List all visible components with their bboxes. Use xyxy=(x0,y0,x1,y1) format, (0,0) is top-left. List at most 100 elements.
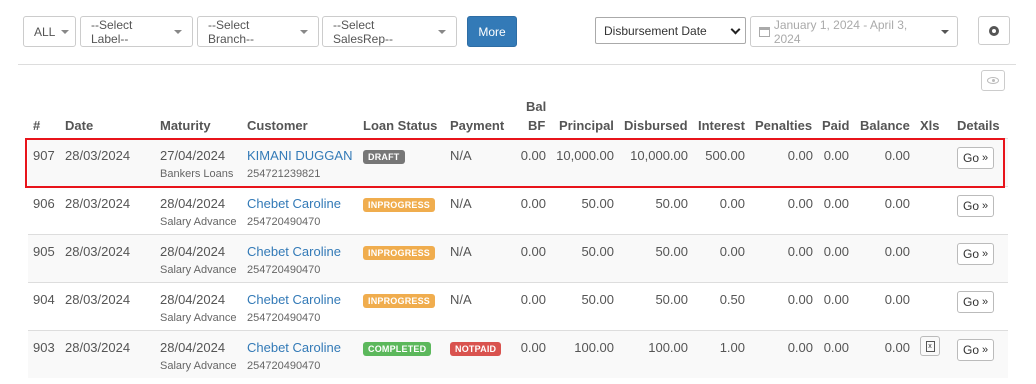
col-header-penalties[interactable]: Penalties xyxy=(755,118,812,133)
disbursed-amount: 10,000.00 xyxy=(630,148,688,163)
col-header-interest[interactable]: Interest xyxy=(698,118,745,133)
branch-filter-label: --Select Branch-- xyxy=(208,17,255,46)
principal-amount: 10,000.00 xyxy=(556,148,614,163)
loan-date: 28/03/2024 xyxy=(65,244,131,259)
loan-date: 28/03/2024 xyxy=(65,148,131,163)
customer-phone: 254720490470 xyxy=(247,360,321,372)
settings-button[interactable] xyxy=(978,16,1010,45)
col-header-balance[interactable]: Balance xyxy=(860,118,910,133)
col-header-date[interactable]: Date xyxy=(65,118,93,133)
all-filter-dropdown[interactable]: ALL xyxy=(23,16,76,47)
col-header-disbursed[interactable]: Disbursed xyxy=(624,118,688,133)
loan-id: 903 xyxy=(33,340,55,355)
payment-status: N/A xyxy=(450,148,472,163)
customer-link[interactable]: KIMANI DUGGAN xyxy=(247,148,352,163)
paid-amount: 0.00 xyxy=(823,244,849,259)
balance-bf: 0.00 xyxy=(520,340,546,355)
eye-icon xyxy=(987,77,999,84)
caret-down-icon xyxy=(438,29,446,34)
penalties-amount: 0.00 xyxy=(787,148,813,163)
chevron-down-icon xyxy=(730,24,741,35)
disbursed-amount: 50.00 xyxy=(655,244,688,259)
col-header-paid[interactable]: Paid xyxy=(822,118,849,133)
column-visibility-button[interactable] xyxy=(981,70,1005,91)
maturity-date: 28/04/2024 xyxy=(160,244,226,259)
interest-amount: 500.00 xyxy=(705,148,745,163)
go-button-label: Go xyxy=(963,295,980,309)
col-header-payment[interactable]: Payment xyxy=(450,118,504,133)
loan-status-badge: DRAFT xyxy=(363,150,405,164)
double-chevron-right-icon: » xyxy=(982,200,989,212)
customer-link[interactable]: Chebet Caroline xyxy=(247,244,341,259)
go-details-button[interactable]: Go» xyxy=(957,291,995,313)
loan-id: 904 xyxy=(33,292,55,307)
salesrep-filter-dropdown[interactable]: --Select SalesRep-- xyxy=(322,16,457,47)
date-type-value: Disbursement Date xyxy=(604,23,707,38)
customer-link[interactable]: Chebet Caroline xyxy=(247,340,341,355)
all-filter-label: ALL xyxy=(34,24,56,39)
loan-date: 28/03/2024 xyxy=(65,340,131,355)
disbursed-amount: 50.00 xyxy=(655,292,688,307)
col-header-bal-bf-line1: Bal xyxy=(526,99,547,114)
col-header-principal[interactable]: Principal xyxy=(559,118,614,133)
table-header: # Date Maturity Customer Loan Status Pay… xyxy=(0,90,1036,138)
payment-status: N/A xyxy=(450,196,472,211)
label-filter-dropdown[interactable]: --Select Label-- xyxy=(80,16,193,47)
principal-amount: 100.00 xyxy=(574,340,614,355)
calendar-icon xyxy=(759,26,770,37)
balance-amount: 0.00 xyxy=(884,148,910,163)
paid-amount: 0.00 xyxy=(823,340,849,355)
payment-status: N/A xyxy=(450,244,472,259)
divider xyxy=(18,64,1016,65)
payment-status: N/A xyxy=(450,292,472,307)
excel-file-icon: x xyxy=(925,340,935,352)
go-button-label: Go xyxy=(963,247,980,261)
go-details-button[interactable]: Go» xyxy=(957,243,995,265)
principal-amount: 50.00 xyxy=(581,196,614,211)
caret-down-icon xyxy=(61,29,70,34)
penalties-amount: 0.00 xyxy=(787,244,813,259)
loan-id: 905 xyxy=(33,244,55,259)
balance-bf: 0.00 xyxy=(520,148,546,163)
download-xls-button[interactable]: x xyxy=(920,336,940,356)
go-details-button[interactable]: Go» xyxy=(957,339,995,361)
col-header-loan-status[interactable]: Loan Status xyxy=(363,118,437,133)
date-range-picker[interactable]: January 1, 2024 - April 3, 2024 xyxy=(750,16,958,47)
col-header-num: # xyxy=(33,118,41,133)
interest-amount: 1.00 xyxy=(719,340,745,355)
go-button-label: Go xyxy=(963,199,980,213)
loan-product: Salary Advance xyxy=(160,216,237,228)
col-header-customer[interactable]: Customer xyxy=(247,118,308,133)
customer-link[interactable]: Chebet Caroline xyxy=(247,292,341,307)
label-filter-label: --Select Label-- xyxy=(91,17,133,46)
col-header-maturity[interactable]: Maturity xyxy=(160,118,211,133)
more-button[interactable]: More xyxy=(467,16,517,47)
loan-id: 907 xyxy=(33,148,55,163)
date-type-select[interactable]: Disbursement Date xyxy=(595,17,746,44)
balance-amount: 0.00 xyxy=(884,292,910,307)
branch-filter-dropdown[interactable]: --Select Branch-- xyxy=(197,16,319,47)
customer-phone: 254720490470 xyxy=(247,216,321,228)
penalties-amount: 0.00 xyxy=(787,292,813,307)
maturity-date: 28/04/2024 xyxy=(160,340,226,355)
balance-amount: 0.00 xyxy=(884,244,910,259)
salesrep-filter-label: --Select SalesRep-- xyxy=(333,17,394,46)
loan-id: 906 xyxy=(33,196,55,211)
principal-amount: 50.00 xyxy=(581,244,614,259)
loan-status-badge: INPROGRESS xyxy=(363,246,436,260)
go-details-button[interactable]: Go» xyxy=(957,195,995,217)
loan-date: 28/03/2024 xyxy=(65,196,131,211)
loan-status-badge: INPROGRESS xyxy=(363,294,436,308)
filter-toolbar: ALL --Select Label-- --Select Branch-- -… xyxy=(0,0,1036,64)
maturity-date: 27/04/2024 xyxy=(160,148,226,163)
customer-link[interactable]: Chebet Caroline xyxy=(247,196,341,211)
go-button-label: Go xyxy=(963,343,980,357)
penalties-amount: 0.00 xyxy=(787,340,813,355)
balance-amount: 0.00 xyxy=(884,340,910,355)
paid-amount: 0.00 xyxy=(823,196,849,211)
go-details-button[interactable]: Go» xyxy=(957,147,995,169)
maturity-date: 28/04/2024 xyxy=(160,292,226,307)
more-button-label: More xyxy=(478,24,506,39)
loan-product: Salary Advance xyxy=(160,360,237,372)
balance-bf: 0.00 xyxy=(520,292,546,307)
